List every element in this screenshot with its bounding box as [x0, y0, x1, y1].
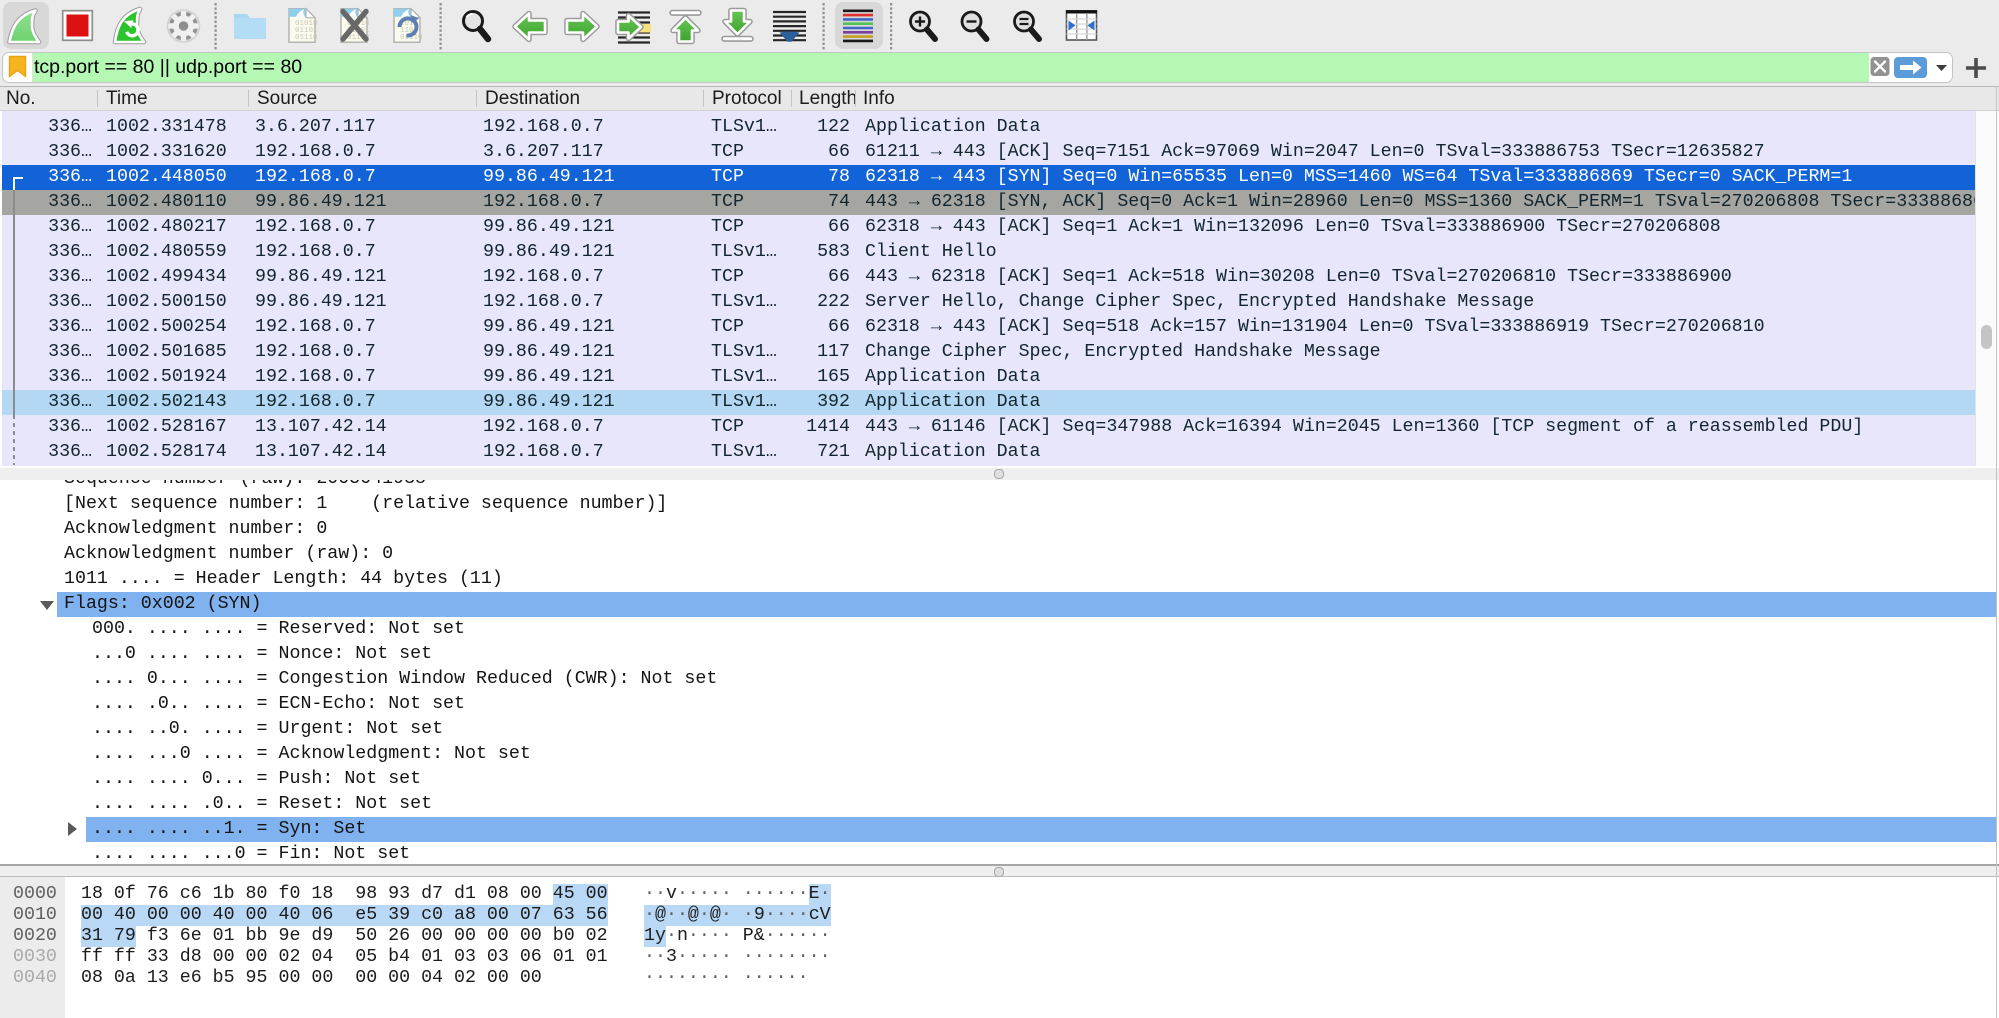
svg-text:01110: 01110 [295, 34, 318, 42]
